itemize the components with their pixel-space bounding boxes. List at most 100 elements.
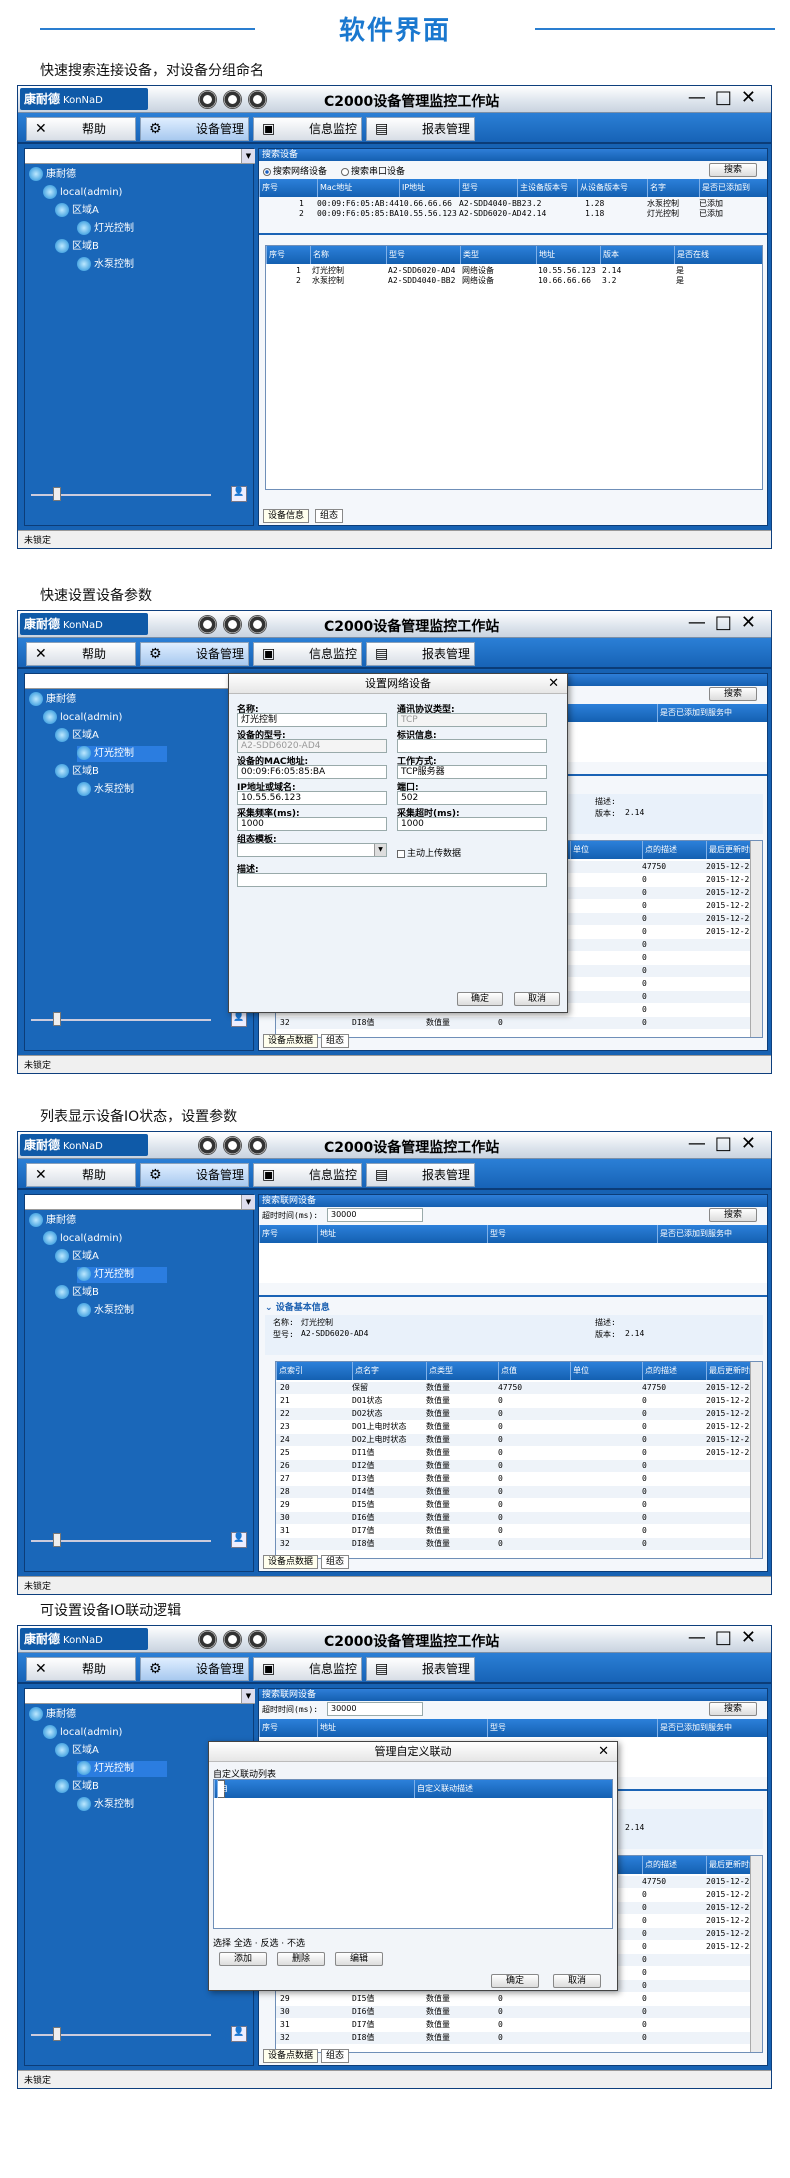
tab-config[interactable]: 组态 [321, 2049, 350, 2063]
window-controls[interactable]: —□✕ [688, 1627, 765, 1648]
chevron-down-icon[interactable]: ▼ [241, 149, 255, 163]
cancel-button[interactable]: 取消 [553, 1974, 601, 1988]
field-input[interactable] [237, 873, 547, 887]
chevron-down-icon[interactable]: ▼ [374, 844, 386, 856]
cancel-button[interactable]: 取消 [514, 992, 560, 1006]
field-input[interactable]: 10.55.56.123 [237, 791, 387, 805]
window-controls[interactable]: —□✕ [688, 1133, 765, 1154]
tab-config[interactable]: 组态 [321, 1034, 350, 1048]
grid-row[interactable]: 20保留数值量47750477502015-12-25 18:46 [276, 1382, 762, 1395]
tab-config[interactable]: 组态 [321, 1555, 350, 1569]
upload-checkbox[interactable]: 主动上传数据 [397, 846, 461, 859]
field-input[interactable]: TCP [397, 713, 547, 727]
menu-item-3[interactable]: ▤ 报表管理 [366, 1163, 475, 1187]
field-input[interactable] [397, 739, 547, 753]
tree-node-areaA[interactable]: 区域A [55, 203, 99, 219]
table-row[interactable]: 2 水泵控制 A2-SDD4040-BB2 网络设备 10.66.66.66 3.2 是 [266, 276, 762, 286]
grid-row[interactable]: 30 DI6值 数值量 0 0 [276, 1512, 762, 1525]
tree-node-areaB[interactable]: 区域B [55, 1285, 99, 1301]
menu-item-0[interactable]: ✕ 帮助 [26, 117, 136, 141]
circle-3-icon[interactable] [248, 90, 267, 109]
circle-1-icon[interactable] [198, 615, 217, 634]
timeout-input[interactable]: 30000 [327, 1208, 423, 1222]
tree-node-ctrl1[interactable]: 灯光控制 [77, 221, 134, 237]
field-input[interactable]: ▼ [237, 843, 387, 857]
add-button[interactable]: 添加 [219, 1952, 267, 1966]
radio-icon[interactable] [263, 167, 271, 176]
grid-row[interactable]: 24DO2上电时状态数值量002015-12-25 18:43 [276, 1434, 762, 1447]
field-input[interactable]: A2-SDD6020-AD4 [237, 739, 387, 753]
slider-knob[interactable] [53, 2027, 61, 2041]
menu-item-1[interactable]: ⚙ 设备管理 [140, 117, 249, 141]
menu-item-3[interactable]: ▤ 报表管理 [366, 642, 475, 666]
field-input[interactable]: 1000 [397, 817, 547, 831]
grid-row[interactable]: 32 DI8值 数值量 0 0 [276, 2032, 762, 2045]
circle-3-icon[interactable] [248, 1136, 267, 1155]
table-row[interactable]: 1 00:09:F6:05:AB:44 10.66.66.66 A2-SDD4040-… [259, 199, 767, 209]
menu-item-2[interactable]: ▣ 信息监控 [253, 1163, 362, 1187]
menu-item-2[interactable]: ▣ 信息监控 [253, 642, 362, 666]
search-button[interactable]: 搜索 [709, 1208, 757, 1222]
slider-knob[interactable] [53, 487, 61, 501]
menu-item-0[interactable]: ✕ 帮助 [26, 1163, 136, 1187]
tab-point-data[interactable]: 设备点数据 [263, 1555, 319, 1569]
circle-2-icon[interactable] [223, 1136, 242, 1155]
menu-item-0[interactable]: ✕ 帮助 [26, 642, 136, 666]
grid-row[interactable]: 29 DI5值 数值量 0 0 [276, 1993, 762, 2005]
table-row[interactable]: 1 灯光控制 A2-SDD6020-AD4 网络设备 10.55.56.123 2.14 是 [266, 266, 762, 276]
circle-1-icon[interactable] [198, 90, 217, 109]
zoom-slider[interactable]: 👤 [31, 486, 247, 504]
tree-node-areaB[interactable]: 区域B [55, 239, 99, 255]
menu-item-1[interactable]: ⚙ 设备管理 [140, 1163, 249, 1187]
circle-3-icon[interactable] [248, 615, 267, 634]
ok-button[interactable]: 确定 [491, 1974, 539, 1988]
zoom-slider[interactable]: 👤 [31, 2026, 247, 2044]
scrollbar[interactable] [750, 841, 762, 1037]
tree-node-root[interactable]: 康耐德 [29, 1707, 76, 1723]
grid-row[interactable]: 32 DI8值 数值量 0 0 [276, 1538, 762, 1551]
field-input[interactable]: 00:09:F6:05:85:BA [237, 765, 387, 779]
select-links[interactable]: 选择 全选 · 反选 · 不选 [213, 1936, 305, 1949]
tree-node-root[interactable]: 康耐德 [29, 692, 76, 708]
tree-node-ctrl2[interactable]: 水泵控制 [77, 782, 134, 798]
field-input[interactable]: 灯光控制 [237, 713, 387, 727]
tree-node-ctrl1[interactable]: 灯光控制 [77, 746, 167, 762]
search-button[interactable]: 搜索 [709, 1702, 757, 1716]
tree-node-ctrl1[interactable]: 灯光控制 [77, 1761, 167, 1777]
close-icon[interactable]: ✕ [598, 1744, 609, 1759]
tab-point-data[interactable]: 设备点数据 [263, 2049, 319, 2063]
grid-row[interactable]: 30 DI6值 数值量 0 0 [276, 2006, 762, 2019]
tab-config[interactable]: 组态 [315, 509, 344, 523]
grid-row[interactable]: 22DO2状态数值量002015-12-25 18:43 [276, 1408, 762, 1421]
user-icon[interactable]: 👤 [231, 1011, 247, 1027]
menu-item-3[interactable]: ▤ 报表管理 [366, 117, 475, 141]
zoom-slider[interactable]: 👤 [31, 1532, 247, 1550]
tree-node-ctrl2[interactable]: 水泵控制 [77, 1797, 134, 1813]
grid-row[interactable]: 28 DI4值 数值量 0 0 [276, 1486, 762, 1499]
chevron-down-icon[interactable]: ▼ [241, 1195, 255, 1209]
tree-node-areaA[interactable]: 区域A [55, 728, 99, 744]
user-icon[interactable]: 👤 [231, 2026, 247, 2042]
window-controls[interactable]: —□✕ [688, 87, 765, 108]
grid-row[interactable]: 29 DI5值 数值量 0 0 [276, 1499, 762, 1511]
chevron-down-icon[interactable]: ▼ [241, 1689, 255, 1703]
tree-filter-select[interactable]: ▼ [25, 149, 255, 164]
tree-node-local[interactable]: local(admin) [43, 1231, 122, 1247]
circle-3-icon[interactable] [248, 1630, 267, 1649]
tree-node-root[interactable]: 康耐德 [29, 167, 76, 183]
tree-node-root[interactable]: 康耐德 [29, 1213, 76, 1229]
grid-row[interactable]: 32 DI8值 数值量 0 0 [276, 1017, 762, 1030]
edit-button[interactable]: 编辑 [335, 1952, 383, 1966]
user-icon[interactable]: 👤 [231, 486, 247, 502]
scrollbar[interactable] [750, 1856, 762, 2052]
table-row[interactable]: 2 00:09:F6:05:85:BA 10.55.56.123 A2-SDD6020… [259, 209, 767, 219]
window-controls[interactable]: —□✕ [688, 612, 765, 633]
tree-node-areaA[interactable]: 区域A [55, 1743, 99, 1759]
tab-device-info[interactable]: 设备信息 [263, 509, 310, 523]
grid-row[interactable]: 31 DI7值 数值量 0 0 [276, 2019, 762, 2031]
circle-1-icon[interactable] [198, 1630, 217, 1649]
tree-node-areaB[interactable]: 区域B [55, 764, 99, 780]
tree-node-areaB[interactable]: 区域B [55, 1779, 99, 1795]
tree-node-ctrl2[interactable]: 水泵控制 [77, 1303, 134, 1319]
tree-filter-select[interactable]: ▼ [25, 1195, 255, 1210]
